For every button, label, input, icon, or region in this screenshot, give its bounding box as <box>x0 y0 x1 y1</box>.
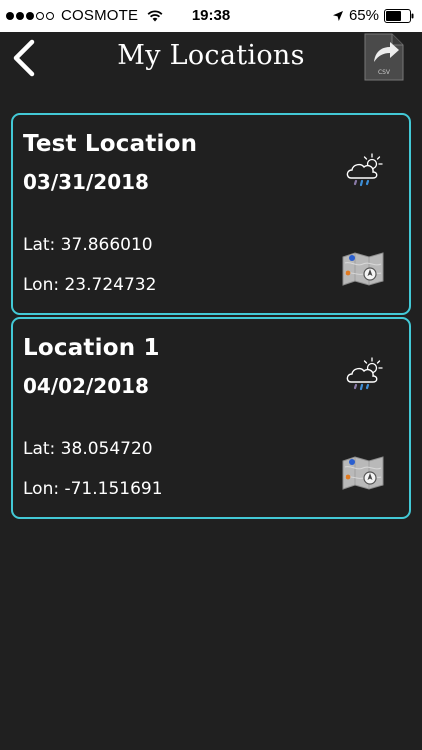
weather-button[interactable] <box>343 151 387 191</box>
page-title: My Locations <box>117 40 305 71</box>
location-longitude: Lon: 23.724732 <box>23 275 157 295</box>
partly-cloudy-rain-icon <box>346 357 383 391</box>
partly-cloudy-rain-icon <box>346 153 383 187</box>
location-latitude: Lat: 37.866010 <box>23 235 153 255</box>
map-button[interactable] <box>339 249 387 289</box>
location-date: 03/31/2018 <box>23 170 149 194</box>
map-icon <box>342 252 384 286</box>
location-arrow-icon <box>332 10 343 21</box>
navigation-bar: My Locations CSV <box>0 32 422 88</box>
location-longitude: Lon: -71.151691 <box>23 479 163 499</box>
battery-fill <box>386 10 401 21</box>
location-name: Test Location <box>23 131 198 157</box>
weather-button[interactable] <box>343 355 387 395</box>
csv-export-button[interactable]: CSV <box>362 32 406 82</box>
location-name: Location 1 <box>23 335 160 361</box>
location-date: 04/02/2018 <box>23 374 149 398</box>
battery-percentage: 65% <box>348 7 379 24</box>
battery-icon <box>384 8 414 23</box>
map-icon <box>342 456 384 490</box>
status-bar: COSMOTE 19:38 65% <box>0 0 422 32</box>
app-screen: COSMOTE 19:38 65% My Locations CSV Test … <box>0 0 422 750</box>
location-card[interactable]: Location 1 04/02/2018 Lat: 38.054720 Lon… <box>11 317 411 519</box>
map-button[interactable] <box>339 453 387 493</box>
csv-label: CSV <box>378 69 391 76</box>
location-card[interactable]: Test Location 03/31/2018 Lat: 37.866010 … <box>11 113 411 315</box>
location-latitude: Lat: 38.054720 <box>23 439 153 459</box>
csv-export-icon: CSV <box>364 33 404 81</box>
status-right: 65% <box>332 7 414 24</box>
